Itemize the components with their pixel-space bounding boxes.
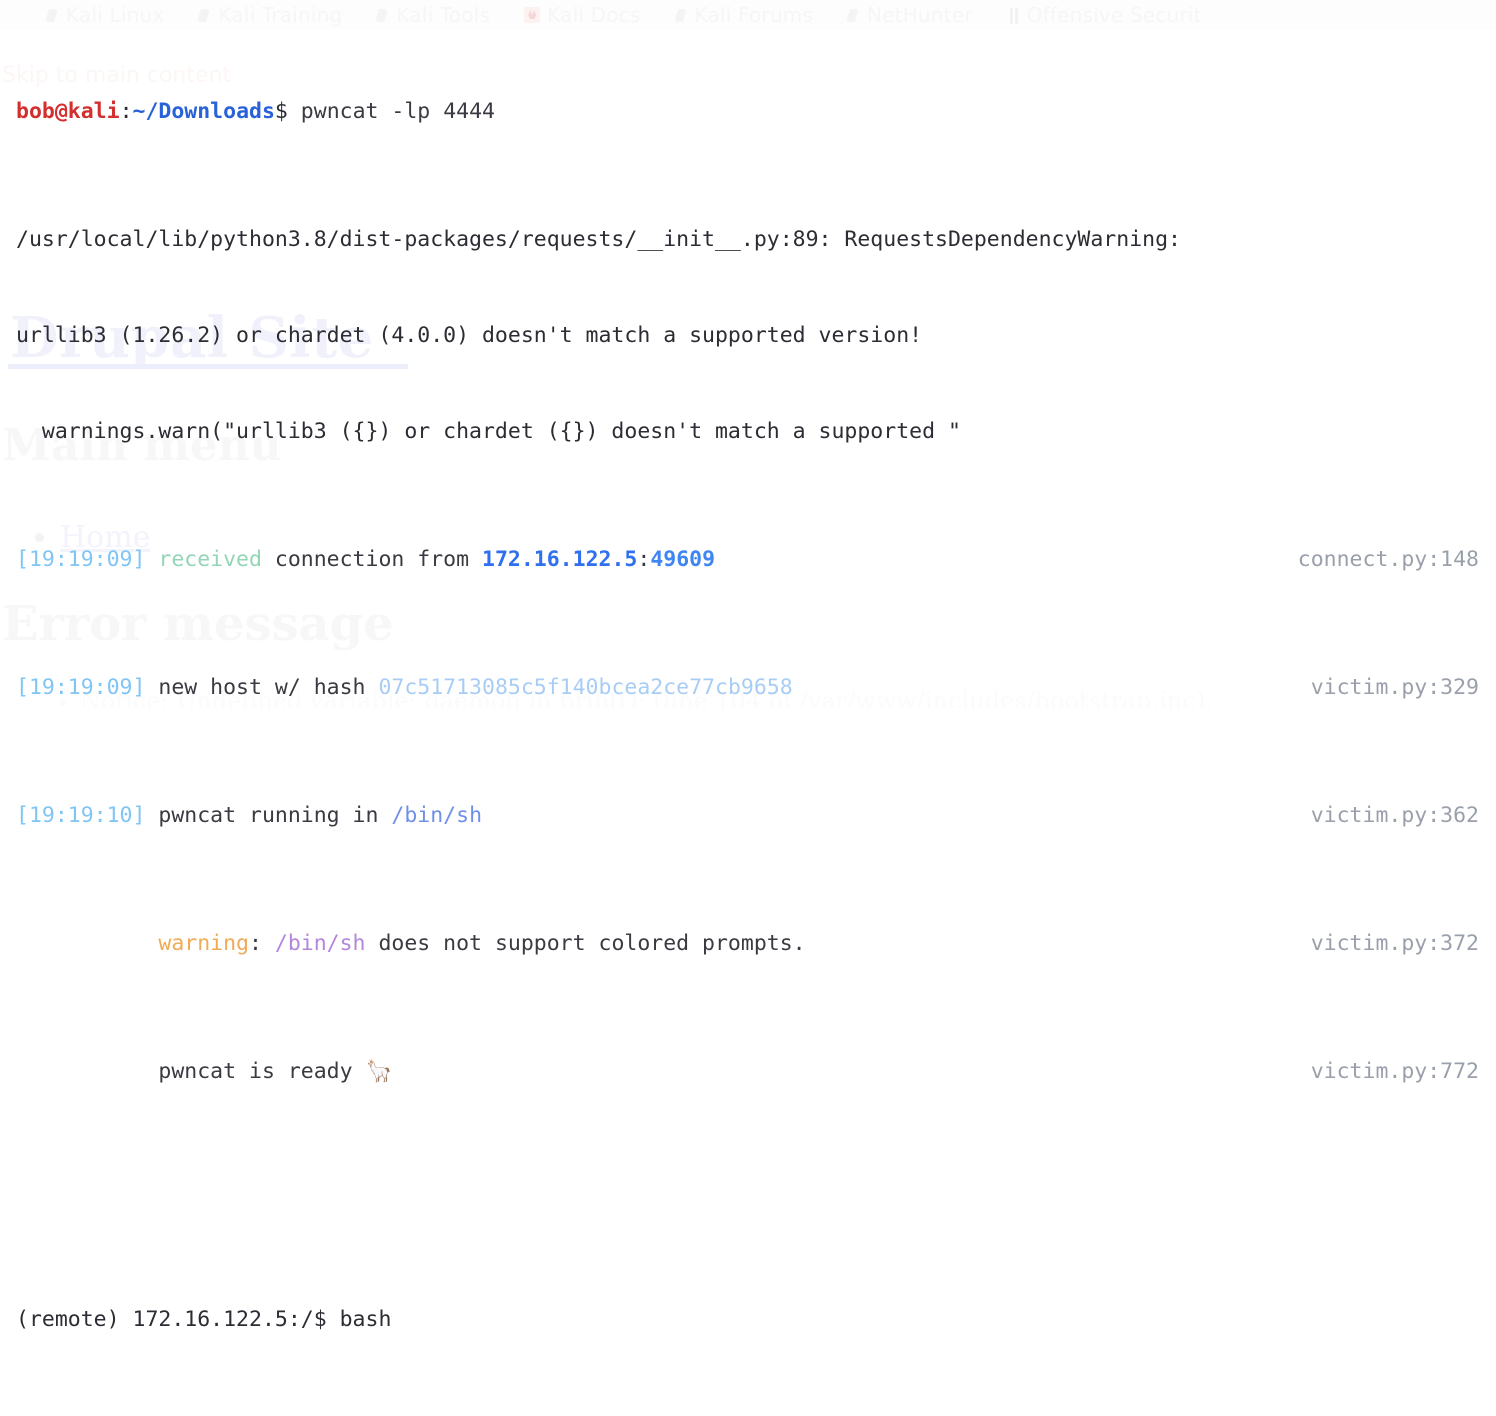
log-source-ref: victim.py:329 — [1310, 675, 1479, 700]
python-warning-line-2: urllib3 (1.26.2) or chardet (4.0.0) does… — [0, 320, 1496, 352]
prompt-separator: : — [119, 99, 133, 124]
python-warning-line-3: warnings.warn("urllib3 ({}) or chardet (… — [0, 416, 1496, 448]
python-warning-line-1: /usr/local/lib/python3.8/dist-packages/r… — [0, 224, 1496, 256]
remote-prompt: (remote) 172.16.122.5:/$ — [16, 1307, 327, 1332]
llama-icon: 🦙 — [365, 1059, 393, 1084]
log-line-received-connection: [19:19:09] received connection from 172.… — [0, 544, 1496, 576]
log-shell-path: /bin/sh — [274, 931, 366, 956]
log-warning-colon: : — [249, 931, 275, 956]
log-source-ref: victim.py:372 — [1310, 931, 1479, 956]
log-timestamp: [19:19:09] — [16, 675, 146, 700]
terminal-command: bash — [326, 1307, 392, 1332]
terminal-output[interactable]: bob@kali:~/Downloads$ pwncat -lp 4444 /u… — [0, 0, 1496, 1332]
log-timestamp: [19:19:09] — [16, 547, 146, 572]
log-warning-text: does not support colored prompts. — [365, 931, 806, 956]
log-text: pwncat is ready — [158, 1059, 366, 1084]
log-text: pwncat running in — [145, 803, 392, 828]
log-label: received — [145, 547, 262, 572]
log-text: connection from — [261, 547, 483, 572]
log-warning-label: warning — [158, 931, 249, 956]
log-remote-ip: 172.16.122.5 — [482, 547, 638, 572]
log-source-ref: connect.py:148 — [1297, 547, 1479, 572]
log-text: new host w/ hash — [145, 675, 379, 700]
log-line-pwncat-ready: pwncat is ready 🦙 victim.py:772 — [0, 1056, 1496, 1088]
log-remote-port: 49609 — [650, 547, 716, 572]
log-host-hash: 07c51713085c5f140bcea2ce77cb9658 — [378, 675, 793, 700]
prompt-user-host: bob@kali — [16, 99, 120, 124]
log-shell-path: /bin/sh — [391, 803, 483, 828]
log-source-ref: victim.py:362 — [1310, 803, 1479, 828]
prompt-sigil: $ — [274, 99, 288, 124]
session-line-bash: (remote) 172.16.122.5:/$ bash — [0, 1304, 1496, 1336]
warning-text: urllib3 (1.26.2) or chardet (4.0.0) does… — [16, 323, 923, 348]
terminal-prompt-line: bob@kali:~/Downloads$ pwncat -lp 4444 — [0, 96, 1496, 128]
log-source-ref: victim.py:772 — [1310, 1059, 1479, 1084]
terminal-command: pwncat -lp 4444 — [287, 99, 495, 124]
log-line-warning: warning: /bin/sh does not support colore… — [0, 928, 1496, 960]
log-colon: : — [637, 547, 651, 572]
warning-text: warnings.warn("urllib3 ({}) or chardet (… — [16, 419, 961, 444]
prompt-cwd: ~/Downloads — [132, 99, 275, 124]
log-line-pwncat-running: [19:19:10] pwncat running in /bin/sh vict… — [0, 800, 1496, 832]
log-timestamp: [19:19:10] — [16, 803, 146, 828]
warning-text: /usr/local/lib/python3.8/dist-packages/r… — [16, 227, 1181, 252]
log-line-new-host: [19:19:09] new host w/ hash 07c51713085c… — [0, 672, 1496, 704]
